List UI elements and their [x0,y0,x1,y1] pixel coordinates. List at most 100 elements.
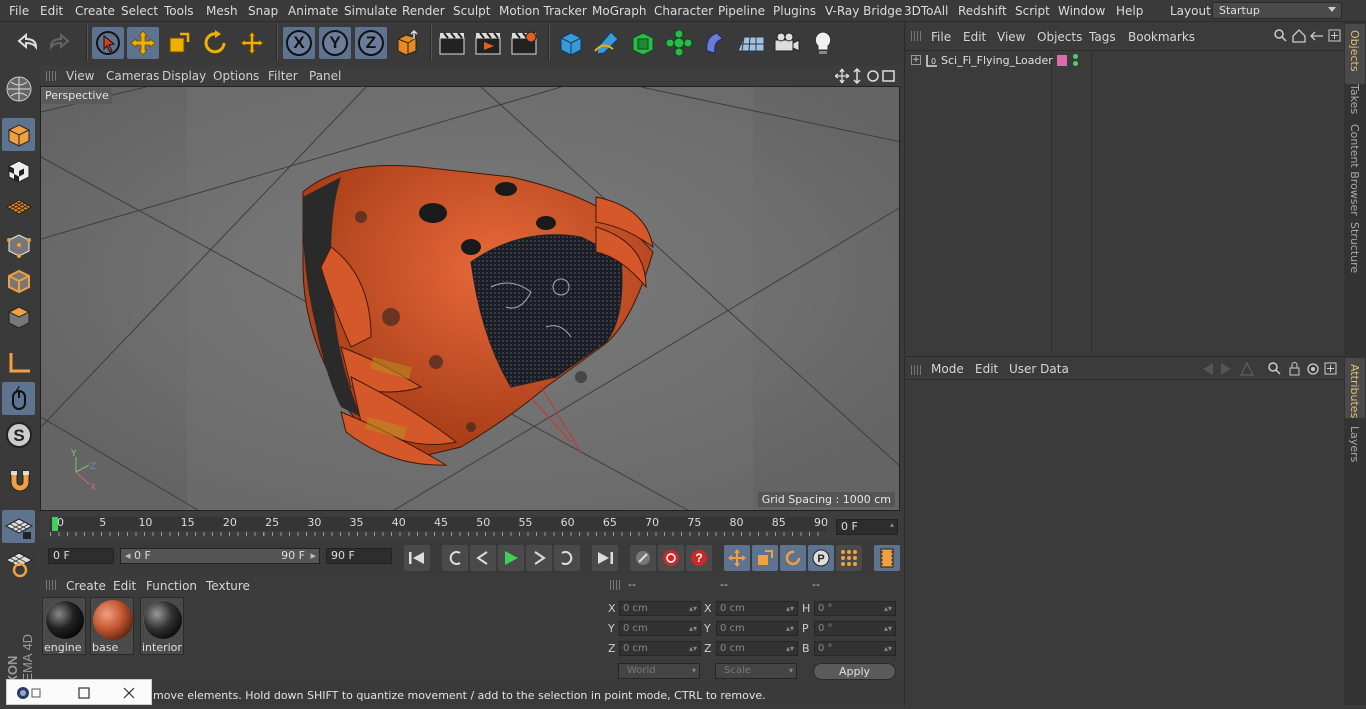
menu-animate[interactable]: Animate [288,4,338,18]
key-rotation-button[interactable] [780,545,806,571]
menu-motion-tracker[interactable]: Motion Tracker [499,4,587,18]
menu-simulate[interactable]: Simulate [344,4,397,18]
viewport-camera-label[interactable]: Perspective [42,88,112,104]
undo-button[interactable] [10,27,42,59]
lock-z-axis-button[interactable]: Z [355,27,387,59]
close-icon[interactable] [122,686,136,700]
size-x-field[interactable]: 0 cm ▴▾ [716,601,798,616]
render-to-picture-viewer-button[interactable] [472,27,504,59]
attribute-menu-user-data[interactable]: User Data [1009,362,1069,376]
size-y-field[interactable]: 0 cm ▴▾ [716,621,798,636]
object-menu-bookmarks[interactable]: Bookmarks [1128,30,1195,44]
tab-objects[interactable]: Objects [1348,30,1361,72]
add-mograph-cloner-button[interactable] [663,27,695,59]
material-menu-texture[interactable]: Texture [206,579,250,593]
minimized-window-bar[interactable] [6,679,152,705]
menu-redshift[interactable]: Redshift [958,4,1007,18]
render-view-button[interactable] [436,27,468,59]
move-tool-button[interactable] [127,27,159,59]
points-mode-button[interactable] [2,228,35,261]
viewport-menu-filter[interactable]: Filter [268,69,298,83]
viewport-menu-cameras[interactable]: Cameras [106,69,159,83]
material-swatch-interior[interactable]: interior [140,597,184,655]
menu-snap[interactable]: Snap [248,4,278,18]
viewport-menu-options[interactable]: Options [213,69,259,83]
tab-content-browser[interactable]: Content Browser [1348,124,1361,216]
add-subdivision-button[interactable] [627,27,659,59]
edges-mode-button[interactable] [2,264,35,297]
layout-select[interactable]: Startup [1212,2,1342,19]
timeline-ruler[interactable]: 0 5 10 15 20 25 30 35 40 45 50 55 60 65 70 75 80 85 90 0 F… [40,512,900,542]
tab-attributes[interactable]: Attributes [1348,364,1361,418]
object-menu-objects[interactable]: Objects [1037,30,1082,44]
object-menu-view[interactable]: View [997,30,1025,44]
render-settings-button[interactable] [508,27,540,59]
menu-character[interactable]: Character [654,4,713,18]
live-selection-button[interactable] [92,27,124,59]
lock-x-axis-button[interactable]: X [283,27,315,59]
solo-mode-button[interactable]: S [2,418,35,451]
position-z-field[interactable]: 0 cm ▴▾ [619,641,701,656]
material-menu-edit[interactable]: Edit [113,579,136,593]
menu-file[interactable]: File [9,4,29,18]
rotation-b-field[interactable]: 0 ° ▴▾ [814,641,896,656]
key-scale-button[interactable] [752,545,778,571]
menu-sculpt[interactable]: Sculpt [453,4,490,18]
menu-create[interactable]: Create [75,4,115,18]
end-frame-field[interactable]: 90 F [326,548,392,564]
record-keys-button[interactable] [630,545,656,571]
add-spline-pen-button[interactable] [591,27,623,59]
size-z-field[interactable]: 0 cm ▴▾ [716,641,798,656]
timeline-window-button[interactable] [874,545,900,571]
object-row[interactable]: + 0 Sci_Fi_Flying_Loader [907,52,1343,70]
material-swatch-base[interactable]: base [90,597,134,655]
menu-mograph[interactable]: MoGraph [592,4,647,18]
menu-mesh[interactable]: Mesh [206,4,238,18]
attribute-manager-tools[interactable] [1201,361,1341,377]
material-swatch-engine[interactable]: engine [42,597,86,655]
3d-viewport[interactable]: Y Z X Grid Spacing : 1000 cm [40,86,900,511]
object-name[interactable]: Sci_Fi_Flying_Loader [941,54,1053,67]
scale-tool-button[interactable] [163,27,195,59]
menu-select[interactable]: Select [121,4,158,18]
menu-window[interactable]: Window [1058,4,1105,18]
texture-mode-button[interactable] [2,154,35,187]
size-mode-select[interactable]: Scale ▾ [715,663,797,679]
object-manager-tools[interactable] [1273,28,1343,44]
make-editable-button[interactable] [2,72,35,105]
material-menu-create[interactable]: Create [66,579,106,593]
redo-button[interactable] [45,27,77,59]
position-x-field[interactable]: 0 cm ▴▾ [619,601,701,616]
tab-structure[interactable]: Structure [1348,222,1361,273]
tab-layers[interactable]: Layers [1348,426,1361,462]
rotate-tool-button[interactable] [199,27,231,59]
transform-tool-button[interactable] [236,27,268,59]
menu-plugins[interactable]: Plugins [773,4,816,18]
rotation-p-field[interactable]: 0 ° ▴▾ [814,621,896,636]
play-button[interactable] [498,545,524,571]
frame-range-slider[interactable]: ◂ 0 F 90 F ▸ [120,548,320,564]
add-camera-button[interactable] [771,27,803,59]
viewport-menu-panel[interactable]: Panel [309,69,341,83]
object-menu-file[interactable]: File [931,30,951,44]
next-keyframe-button[interactable] [554,545,580,571]
previous-frame-button[interactable] [470,545,496,571]
tab-takes[interactable]: Takes [1348,84,1361,114]
keyframe-selection-button[interactable]: ? [686,545,712,571]
viewport-menu-view[interactable]: View [66,69,94,83]
start-frame-field[interactable]: 0 F [48,548,114,564]
menu-edit[interactable]: Edit [40,4,63,18]
previous-keyframe-button[interactable] [442,545,468,571]
key-position-button[interactable] [724,545,750,571]
menu-pipeline[interactable]: Pipeline [718,4,765,18]
add-deformer-button[interactable] [699,27,731,59]
material-menu-function[interactable]: Function [146,579,197,593]
lock-y-axis-button[interactable]: Y [319,27,351,59]
next-frame-button[interactable] [526,545,552,571]
go-to-start-button[interactable] [404,545,430,571]
menu-script[interactable]: Script [1015,4,1050,18]
coordinate-system-button[interactable] [392,27,424,59]
autokeying-button[interactable] [658,545,684,571]
attribute-menu-mode[interactable]: Mode [931,362,964,376]
viewport-menu-display[interactable]: Display [162,69,206,83]
